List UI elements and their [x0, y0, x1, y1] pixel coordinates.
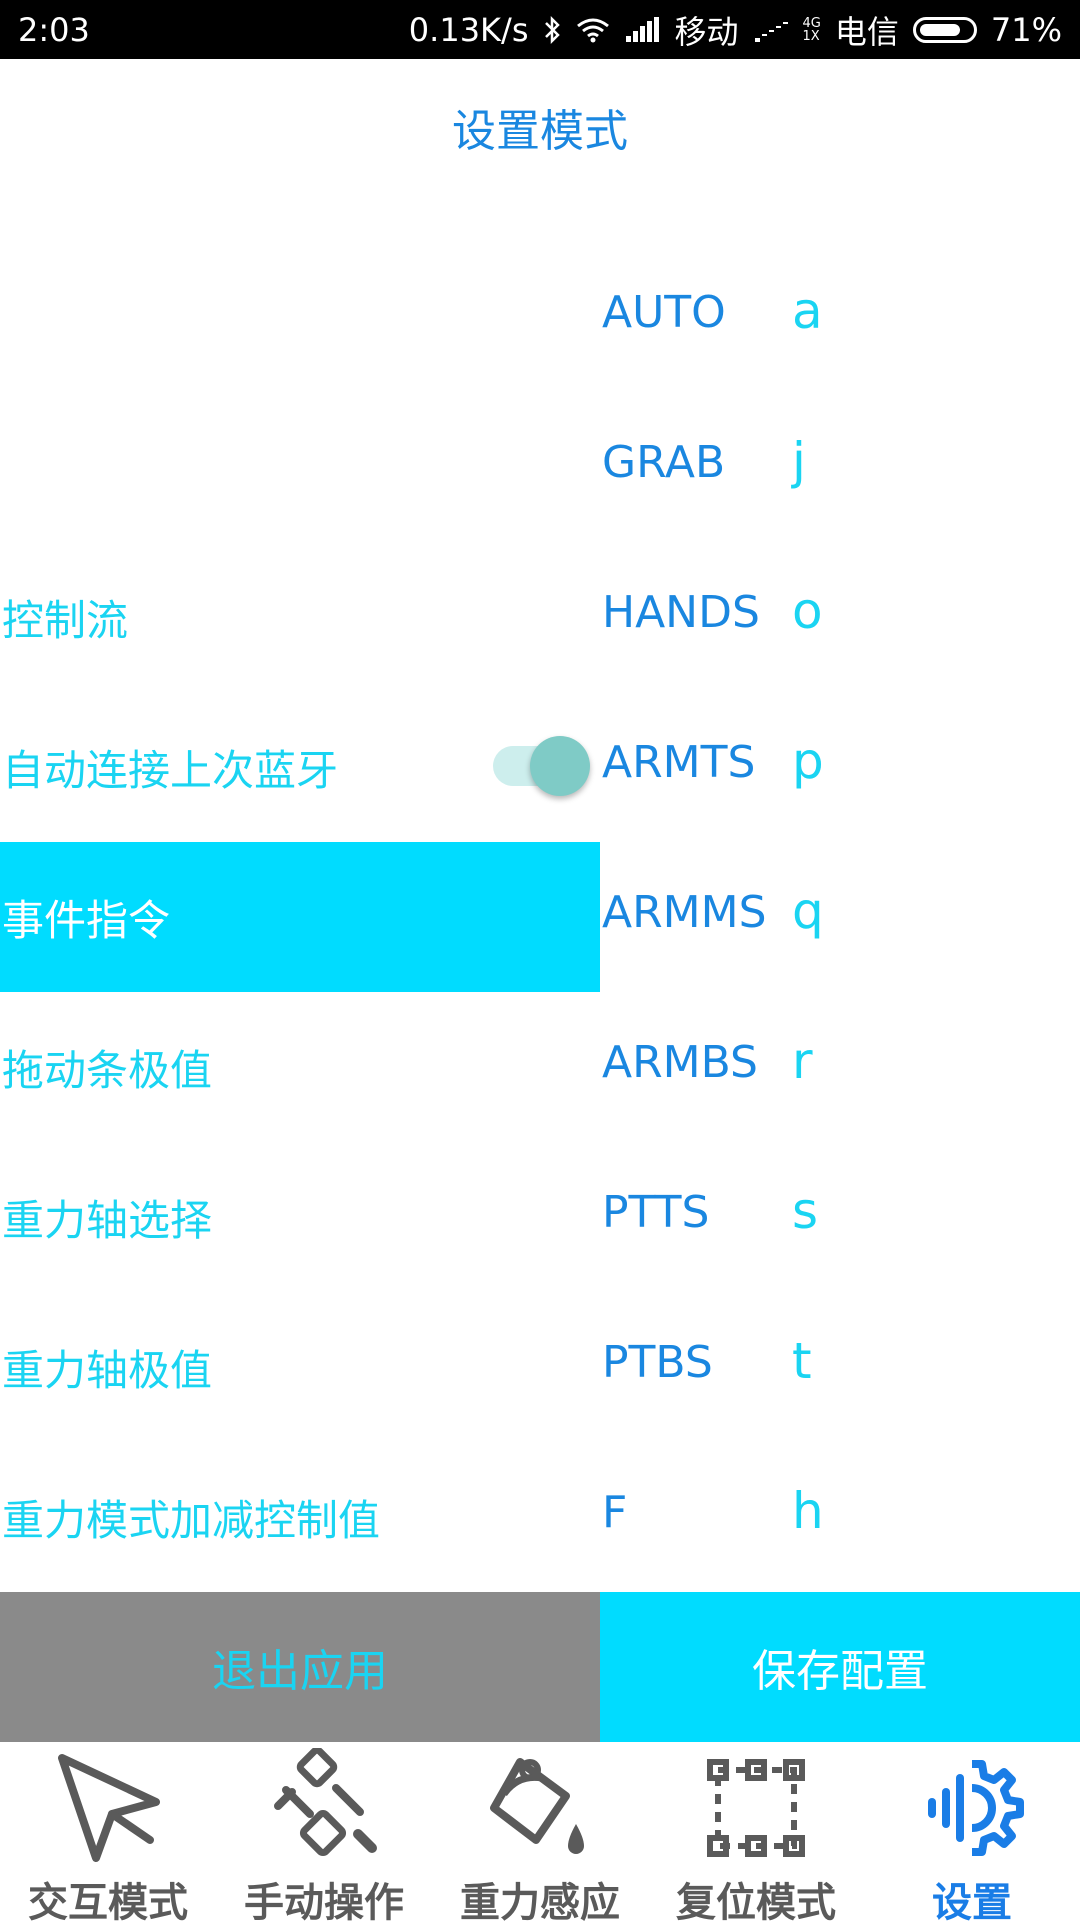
signal-weak-icon — [754, 22, 788, 42]
bottom-nav: 交互模式 手动操作 重力感应 复位模式 设置 — [0, 1742, 1080, 1926]
command-row[interactable]: HANDS o — [600, 542, 1080, 692]
command-row[interactable]: PTBS t — [600, 1292, 1080, 1442]
command-row[interactable]: ARMTS p — [600, 692, 1080, 842]
tab-label: 复位模式 — [676, 1880, 836, 1926]
command-row[interactable]: ARMBS r — [600, 992, 1080, 1142]
command-key: ARMBS — [602, 1037, 758, 1088]
send-arrow-icon — [58, 1754, 160, 1862]
tab-label: 交互模式 — [28, 1880, 188, 1926]
command-key: GRAB — [602, 437, 726, 488]
command-value[interactable]: o — [792, 582, 823, 640]
menu-item-control-flow[interactable]: 控制流 — [0, 542, 600, 692]
tab-manual-operation[interactable]: 手动操作 — [216, 1742, 432, 1926]
battery-percent: 71% — [990, 11, 1062, 49]
settings-gear-icon — [928, 1760, 1024, 1856]
auto-connect-toggle[interactable] — [493, 736, 590, 796]
menu-item-label: 拖动条极值 — [2, 1045, 213, 1095]
exit-app-label: 退出应用 — [212, 1646, 388, 1697]
menu-item-gravity-axis-limits[interactable]: 重力轴极值 — [0, 1292, 600, 1442]
tab-settings[interactable]: 设置 — [864, 1742, 1080, 1926]
command-value[interactable]: t — [792, 1332, 812, 1390]
network-type: 4G 1X — [803, 17, 821, 43]
menu-item-event-commands[interactable]: 事件指令 — [0, 842, 600, 992]
tab-interactive-mode[interactable]: 交互模式 — [0, 1742, 216, 1926]
command-value[interactable]: s — [792, 1182, 818, 1240]
status-time: 2:03 — [18, 11, 90, 49]
menu-item-label: 自动连接上次蓝牙 — [2, 745, 339, 795]
tab-label: 重力感应 — [460, 1880, 620, 1926]
menu-item-label: 重力轴选择 — [2, 1195, 213, 1245]
command-row[interactable]: AUTO a — [600, 242, 1080, 392]
tab-label: 手动操作 — [244, 1880, 404, 1926]
tab-label: 设置 — [932, 1880, 1012, 1926]
command-value[interactable]: r — [792, 1032, 813, 1090]
command-key: PTTS — [602, 1187, 710, 1238]
command-key: ARMMS — [602, 887, 767, 938]
command-key: AUTO — [602, 287, 726, 338]
menu-item-slider-limits[interactable]: 拖动条极值 — [0, 992, 600, 1142]
command-row[interactable]: GRAB j — [600, 392, 1080, 542]
carrier-telecom: 电信 — [834, 13, 899, 51]
network-speed: 0.13K/s — [408, 11, 529, 49]
robot-arm-icon — [274, 1748, 377, 1857]
tab-reset-mode[interactable]: 复位模式 — [648, 1742, 864, 1926]
menu-item-label: 事件指令 — [2, 895, 171, 945]
exit-app-button[interactable]: 退出应用 — [0, 1592, 600, 1742]
paint-bucket-icon — [490, 1758, 584, 1854]
menu-item-gravity-increment[interactable]: 重力模式加减控制值 — [0, 1442, 600, 1592]
menu-item-label: 重力模式加减控制值 — [2, 1495, 381, 1545]
command-key: PTBS — [602, 1337, 713, 1388]
command-value[interactable]: h — [792, 1482, 824, 1540]
toggle-thumb — [530, 736, 590, 796]
command-row[interactable]: F h — [600, 1442, 1080, 1592]
command-key: F — [602, 1487, 628, 1538]
command-row[interactable]: ARMMS q — [600, 842, 1080, 992]
menu-item-gravity-axis-select[interactable]: 重力轴选择 — [0, 1142, 600, 1292]
command-value[interactable]: p — [792, 732, 824, 790]
menu-item-label: 控制流 — [2, 595, 129, 645]
signal-strength-icon — [626, 17, 660, 42]
save-config-button[interactable]: 保存配置 — [600, 1592, 1080, 1742]
command-value[interactable]: j — [792, 432, 806, 490]
status-indicators: 0.13K/s 移动 4G 1X 电信 71% — [409, 8, 1062, 52]
status-bar: 2:03 0.13K/s 移动 4G 1X 电信 71% — [0, 0, 1080, 59]
page-title: 设置模式 — [452, 106, 628, 157]
command-value[interactable]: a — [792, 282, 823, 340]
dashed-frame-icon — [707, 1759, 805, 1857]
command-key: ARMTS — [602, 737, 756, 788]
bluetooth-icon — [545, 15, 561, 45]
tab-gravity-sensing[interactable]: 重力感应 — [432, 1742, 648, 1926]
network-type-bottom: 1X — [802, 29, 820, 44]
battery-icon — [912, 17, 977, 43]
command-value[interactable]: q — [792, 882, 824, 940]
carrier-mobile: 移动 — [674, 13, 739, 51]
command-key: HANDS — [602, 587, 760, 638]
wifi-icon — [577, 18, 610, 43]
menu-item-label: 重力轴极值 — [2, 1345, 213, 1395]
save-config-label: 保存配置 — [752, 1646, 928, 1697]
command-row[interactable]: PTTS s — [600, 1142, 1080, 1292]
